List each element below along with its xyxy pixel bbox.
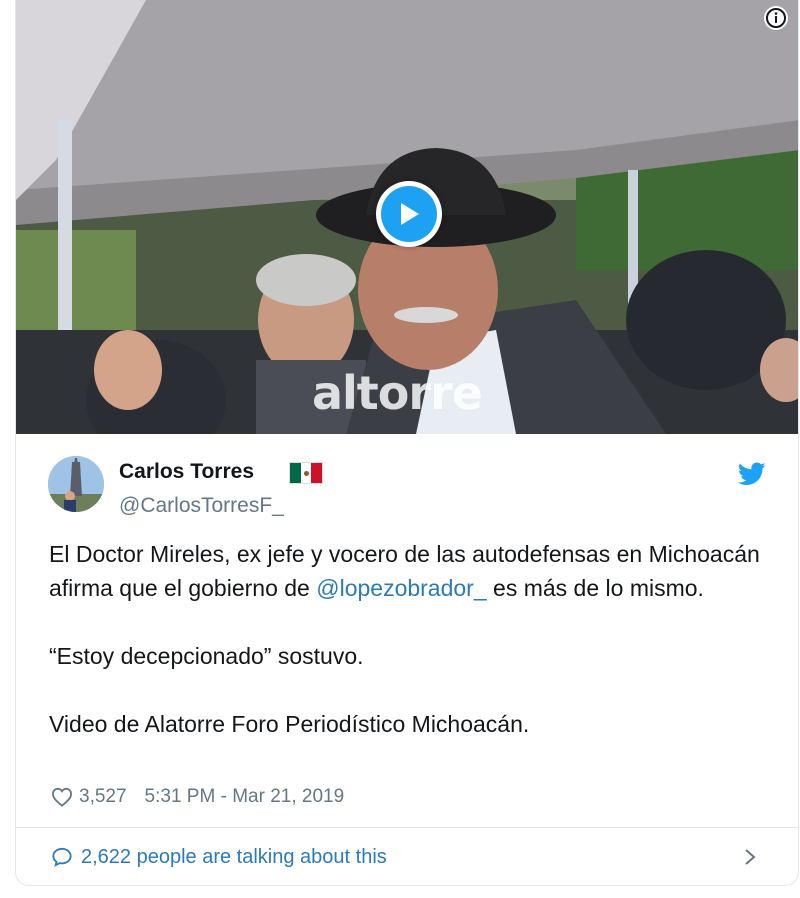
- video-thumbnail[interactable]: altorre: [16, 0, 798, 434]
- tweet-text-part2: es más de lo mismo.: [486, 575, 704, 601]
- twitter-bird-icon[interactable]: [738, 462, 766, 486]
- heart-icon[interactable]: [51, 787, 73, 807]
- avatar[interactable]: [48, 456, 104, 512]
- info-button[interactable]: [764, 6, 788, 30]
- tweet-paragraph-main: El Doctor Mireles, ex jefe y vocero de l…: [49, 537, 769, 605]
- speech-bubble-icon: [52, 847, 72, 867]
- play-icon: [401, 203, 419, 225]
- tweet-card: altorre Carlos Torres @CarlosTorresF_ El…: [15, 0, 799, 886]
- chevron-right-icon: [745, 849, 756, 865]
- like-count[interactable]: 3,527: [79, 786, 127, 808]
- info-icon: [766, 8, 786, 28]
- mexico-flag: [289, 462, 323, 484]
- author-handle[interactable]: @CarlosTorresF_: [119, 494, 284, 518]
- tweet-quote-line: “Estoy decepcionado” sostuvo.: [49, 643, 364, 669]
- author-name[interactable]: Carlos Torres: [119, 460, 254, 484]
- play-button[interactable]: [376, 181, 442, 247]
- talking-count-text: 2,622 people are talking about this: [81, 845, 387, 868]
- tweet-credit-line: Video de Alatorre Foro Periodístico Mich…: [49, 711, 530, 737]
- tweet-meta: 3,527 5:31 PM - Mar 21, 2019: [51, 786, 344, 808]
- tweet-text: El Doctor Mireles, ex jefe y vocero de l…: [49, 537, 769, 741]
- mention-link[interactable]: @lopezobrador_: [316, 575, 486, 601]
- video-watermark: altorre: [312, 366, 483, 420]
- talking-about-link[interactable]: 2,622 people are talking about this: [16, 828, 798, 885]
- tweet-timestamp[interactable]: 5:31 PM - Mar 21, 2019: [145, 786, 345, 808]
